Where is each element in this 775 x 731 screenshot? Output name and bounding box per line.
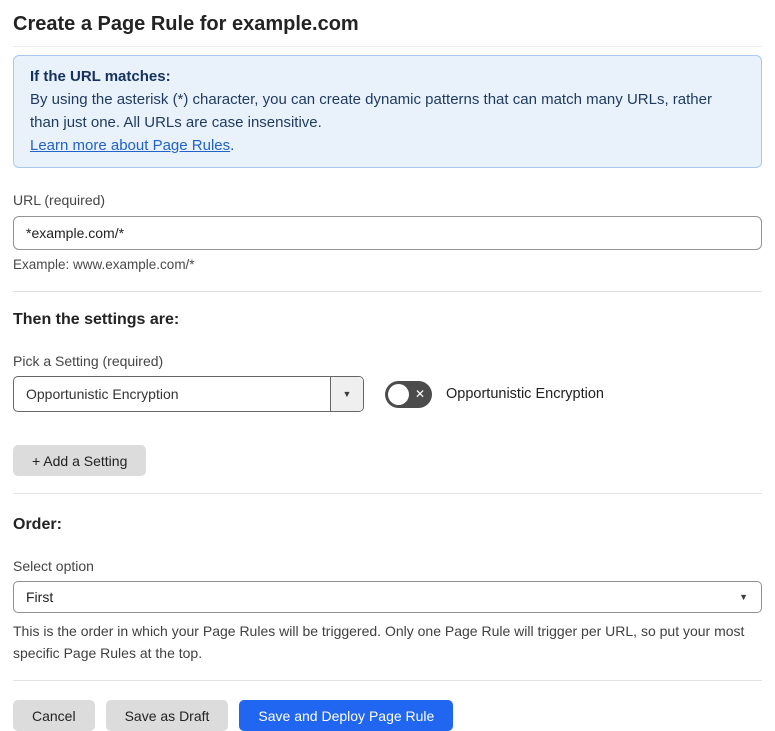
url-input[interactable] <box>13 216 762 250</box>
opportunistic-encryption-toggle[interactable]: ✕ <box>385 380 432 408</box>
info-box-body-text: By using the asterisk (*) character, you… <box>30 91 712 131</box>
footer-actions: Cancel Save as Draft Save and Deploy Pag… <box>13 700 762 731</box>
url-example-text: Example: www.example.com/* <box>13 257 195 272</box>
setting-select-value: Opportunistic Encryption <box>26 386 179 402</box>
order-select[interactable]: First ▼ <box>13 581 762 613</box>
settings-section-heading: Then the settings are: <box>13 311 180 328</box>
url-field-label: URL (required) <box>13 192 106 208</box>
chevron-down-icon: ▼ <box>342 389 352 399</box>
toggle-label: Opportunistic Encryption <box>446 386 604 402</box>
learn-more-link[interactable]: Learn more about Page Rules <box>30 137 230 154</box>
link-suffix: . <box>230 137 235 154</box>
order-section-heading: Order: <box>13 516 62 533</box>
page-title: Create a Page Rule for example.com <box>13 0 762 47</box>
info-box-body: By using the asterisk (*) character, you… <box>30 88 745 134</box>
setting-select[interactable]: Opportunistic Encryption ▼ <box>13 376 364 412</box>
url-match-info-box: If the URL matches: By using the asteris… <box>13 55 762 168</box>
cancel-button[interactable]: Cancel <box>13 700 95 731</box>
save-and-deploy-button[interactable]: Save and Deploy Page Rule <box>239 700 454 731</box>
pick-setting-label: Pick a Setting (required) <box>13 353 164 369</box>
divider <box>13 680 762 681</box>
info-box-link-line: Learn more about Page Rules. <box>30 134 745 157</box>
order-help-text: This is the order in which your Page Rul… <box>13 623 745 661</box>
chevron-down-icon: ▼ <box>739 592 748 602</box>
toggle-knob <box>388 383 409 405</box>
toggle-off-x-icon: ✕ <box>414 387 425 401</box>
setting-select-arrow-button[interactable]: ▼ <box>330 377 363 411</box>
save-as-draft-button[interactable]: Save as Draft <box>105 700 229 731</box>
divider <box>13 493 762 494</box>
info-box-heading: If the URL matches: <box>30 68 171 85</box>
divider <box>13 291 762 292</box>
add-setting-button[interactable]: + Add a Setting <box>13 445 147 476</box>
order-select-label: Select option <box>13 558 94 574</box>
setting-row: Opportunistic Encryption ▼ ✕ Opportunist… <box>13 376 762 412</box>
order-select-value: First <box>26 589 54 605</box>
page-rule-form: Create a Page Rule for example.com If th… <box>0 0 775 731</box>
